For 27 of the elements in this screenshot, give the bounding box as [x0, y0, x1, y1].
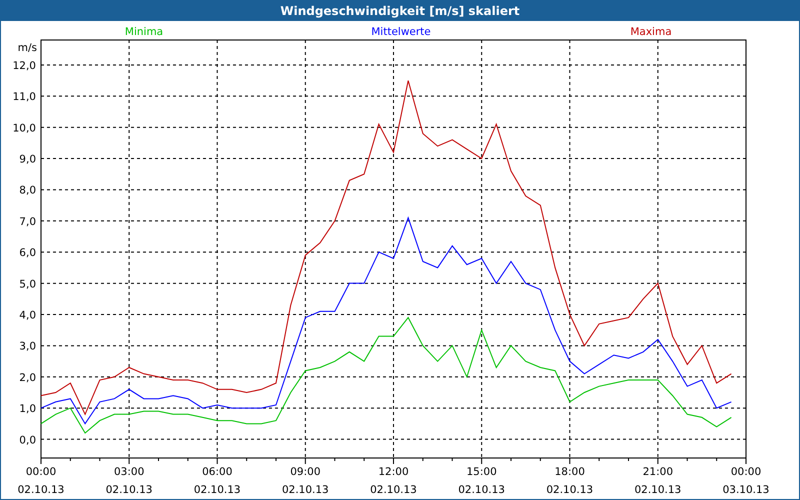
y-tick-label: 5,0 — [19, 278, 36, 290]
y-tick-label: 1,0 — [19, 403, 36, 416]
y-axis-unit: m/s — [18, 42, 37, 54]
x-tick-label: 00:00 02.10.13 — [18, 466, 64, 496]
y-tick-label: 4,0 — [19, 310, 36, 322]
x-tick-label: 15:00 02.10.13 — [458, 466, 505, 496]
y-tick-label: 8,0 — [19, 184, 36, 197]
y-tick-label: 9,0 — [19, 154, 36, 166]
y-tick-label: 0,0 — [19, 434, 36, 446]
x-tick-label: 00:00 03.10.13 — [722, 466, 770, 496]
x-tick-label: 09:00 02.10.13 — [282, 466, 329, 496]
y-tick-label: 6,0 — [19, 247, 36, 260]
x-tick-label: 03:00 02.10.13 — [106, 466, 152, 496]
legend-label: Minima — [124, 26, 164, 38]
x-tick-label: 21:00 02.10.13 — [634, 466, 682, 496]
y-tick-label: 10,0 — [12, 122, 36, 134]
x-tick-label: 12:00 02.10.13 — [370, 466, 417, 496]
y-tick-label: 11,0 — [12, 91, 36, 104]
y-tick-label: 12,0 — [12, 60, 36, 72]
x-tick-label: 06:00 02.10.13 — [194, 466, 241, 496]
y-tick-label: 3,0 — [19, 340, 36, 353]
x-tick-label: 18:00 02.10.13 — [546, 466, 594, 496]
y-tick-label: 2,0 — [19, 372, 36, 384]
legend-label: Maxima — [630, 26, 672, 38]
legend-label: Mittelwerte — [371, 26, 431, 38]
y-tick-label: 7,0 — [19, 216, 36, 228]
window-title: Windgeschwindigkeit [m/s] skaliert — [1, 1, 799, 21]
